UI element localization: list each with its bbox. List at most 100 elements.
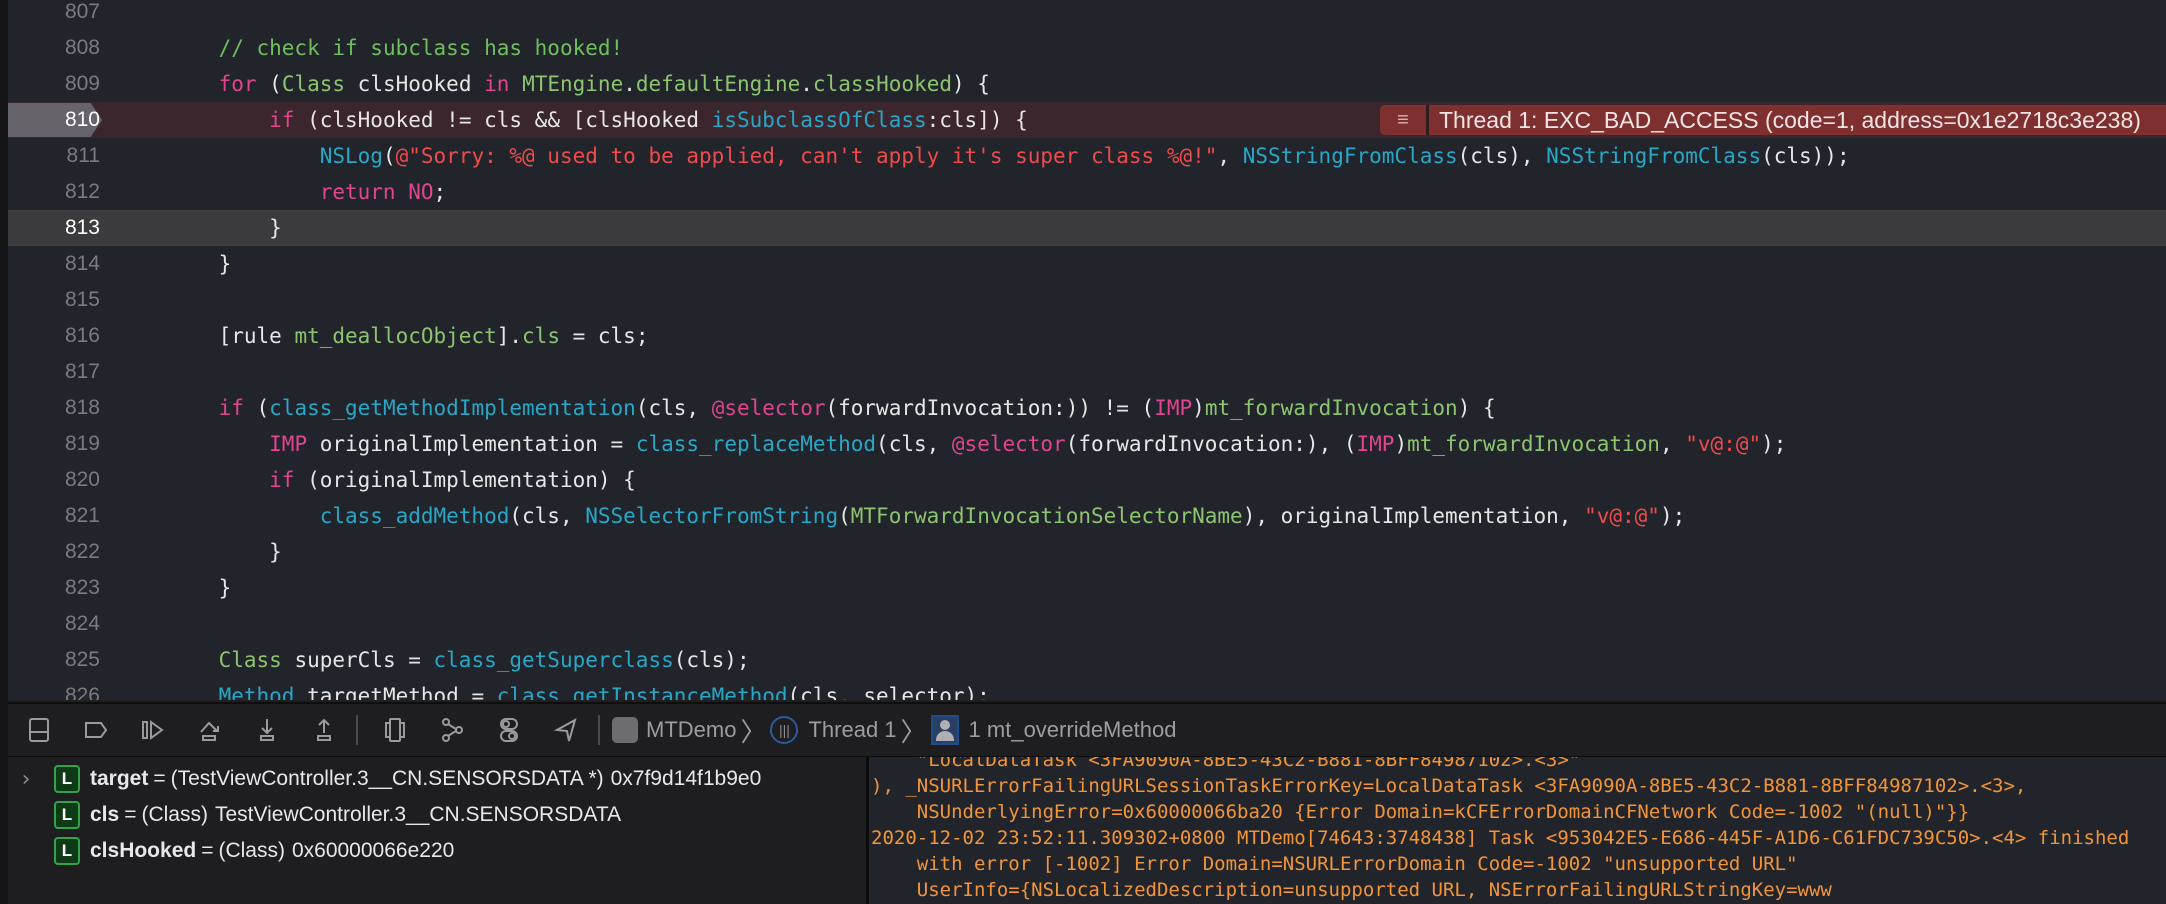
code-token: , bbox=[1217, 144, 1243, 168]
line-number[interactable]: 823 bbox=[8, 570, 100, 606]
code-line[interactable]: 823 } bbox=[8, 570, 2166, 606]
code-text[interactable]: // check if subclass has hooked! bbox=[168, 30, 624, 66]
code-line[interactable]: 817 bbox=[8, 354, 2166, 390]
code-line[interactable]: 819 IMP originalImplementation = class_r… bbox=[8, 426, 2166, 462]
code-line[interactable]: 822 } bbox=[8, 534, 2166, 570]
toolbar-separator bbox=[598, 715, 600, 745]
variable-type: (Class) bbox=[218, 839, 285, 862]
line-number[interactable]: 816 bbox=[8, 318, 100, 354]
line-number[interactable]: 808 bbox=[8, 30, 100, 66]
line-number[interactable]: 826 bbox=[8, 678, 100, 700]
code-token: Class bbox=[218, 648, 282, 672]
line-number[interactable]: 807 bbox=[8, 0, 100, 30]
step-into-icon bbox=[260, 719, 274, 741]
debug-memory-graph-button[interactable] bbox=[426, 710, 478, 750]
line-number[interactable]: 813 bbox=[8, 210, 100, 246]
error-annotation[interactable]: ≡ Thread 1: EXC_BAD_ACCESS (code=1, addre… bbox=[1380, 105, 2166, 135]
code-text[interactable]: Method targetMethod = class_getInstanceM… bbox=[168, 678, 990, 700]
line-number[interactable]: 817 bbox=[8, 354, 100, 390]
simulate-location-button[interactable] bbox=[540, 710, 592, 750]
code-text[interactable]: IMP originalImplementation = class_repla… bbox=[168, 426, 1786, 462]
breadcrumb-thread[interactable]: Thread 1 bbox=[808, 717, 896, 743]
code-line[interactable]: 818 if (class_getMethodImplementation(cl… bbox=[8, 390, 2166, 426]
console-output[interactable]: "LocalDataTask <3FA9090A-8BE5-43C2-B881-… bbox=[869, 757, 2166, 904]
code-token: = cls; bbox=[559, 324, 649, 348]
debug-view-hierarchy-button[interactable] bbox=[369, 710, 421, 750]
line-number[interactable]: 812 bbox=[8, 174, 100, 210]
line-number[interactable]: 819 bbox=[8, 426, 100, 462]
code-token: } bbox=[168, 576, 232, 600]
line-number[interactable]: 810 bbox=[8, 102, 100, 138]
breadcrumb-frame[interactable]: 1 mt_overrideMethod bbox=[969, 717, 1177, 743]
breakpoints-toggle-button[interactable] bbox=[70, 710, 122, 750]
line-number[interactable]: 820 bbox=[8, 462, 100, 498]
code-text[interactable]: Class superCls = class_getSuperclass(cls… bbox=[168, 642, 750, 678]
variable-row[interactable]: › Ltarget = (TestViewController.3__CN.SENSO… bbox=[8, 761, 761, 797]
code-line[interactable]: 815 bbox=[8, 282, 2166, 318]
code-line[interactable]: 808 // check if subclass has hooked! bbox=[8, 30, 2166, 66]
step-out-button[interactable] bbox=[298, 710, 350, 750]
line-number[interactable]: 825 bbox=[8, 642, 100, 678]
code-text[interactable]: if (clsHooked != cls && [clsHooked isSub… bbox=[168, 102, 1028, 138]
code-line[interactable]: 807 bbox=[8, 0, 2166, 30]
code-line[interactable]: 825 Class superCls = class_getSuperclass… bbox=[8, 642, 2166, 678]
code-line[interactable]: 826 Method targetMethod = class_getInsta… bbox=[8, 678, 2166, 700]
variables-view[interactable]: › Ltarget = (TestViewController.3__CN.SENSO… bbox=[8, 757, 866, 904]
code-text[interactable]: return NO; bbox=[168, 174, 446, 210]
step-into-button[interactable] bbox=[241, 710, 293, 750]
line-number[interactable]: 821 bbox=[8, 498, 100, 534]
code-token: . bbox=[623, 72, 636, 96]
thread-icon: ||| bbox=[770, 716, 799, 744]
code-text[interactable]: } bbox=[168, 570, 232, 606]
breakpoint-icon bbox=[85, 722, 108, 738]
code-token: NSLog bbox=[319, 144, 383, 168]
variable-row[interactable]: Lcls = (Class) TestViewController.3__CN.SEN… bbox=[8, 797, 621, 833]
code-line-current[interactable]: 813 } bbox=[8, 210, 2166, 246]
code-token: clsHooked bbox=[345, 72, 485, 96]
code-text[interactable]: } bbox=[168, 534, 282, 570]
line-number[interactable]: 822 bbox=[8, 534, 100, 570]
line-number[interactable]: 809 bbox=[8, 66, 100, 102]
breadcrumb-app[interactable]: MTDemo bbox=[646, 717, 736, 743]
disclosure-triangle-icon[interactable]: › bbox=[8, 767, 44, 792]
code-text[interactable]: if (originalImplementation) { bbox=[168, 462, 636, 498]
variable-row[interactable]: LclsHooked = (Class) 0x60000066e220 bbox=[8, 833, 454, 869]
code-line[interactable]: 820 if (originalImplementation) { bbox=[8, 462, 2166, 498]
code-line[interactable]: 816 [rule mt_deallocObject].cls = cls; bbox=[8, 318, 2166, 354]
list-icon[interactable]: ≡ bbox=[1380, 105, 1426, 135]
code-token: , bbox=[1659, 432, 1686, 456]
code-token: (cls), bbox=[1457, 144, 1547, 168]
source-editor[interactable]: 807 808 // check if subclass has hooked! 8… bbox=[8, 0, 2166, 700]
user-frame-icon bbox=[930, 715, 959, 745]
code-text[interactable]: class_addMethod(cls, NSSelectorFromStrin… bbox=[168, 498, 1686, 534]
code-line[interactable]: 812 return NO; bbox=[8, 174, 2166, 210]
line-number[interactable]: 818 bbox=[8, 390, 100, 426]
code-text[interactable]: } bbox=[168, 246, 232, 282]
line-number[interactable]: 824 bbox=[8, 606, 100, 642]
code-line[interactable]: 811 NSLog(@"Sorry: %@ used to be applied… bbox=[8, 138, 2166, 174]
code-token: classHooked bbox=[812, 72, 952, 96]
hide-debug-area-button[interactable] bbox=[13, 710, 65, 750]
step-over-button[interactable] bbox=[184, 710, 236, 750]
code-text[interactable]: } bbox=[168, 210, 282, 246]
line-number[interactable]: 814 bbox=[8, 246, 100, 282]
continue-button[interactable] bbox=[127, 710, 179, 750]
code-token: class_addMethod bbox=[319, 504, 510, 528]
code-text[interactable]: if (class_getMethodImplementation(cls, @… bbox=[168, 390, 1496, 426]
view-hierarchy-icon bbox=[385, 718, 405, 742]
code-line[interactable]: 809 for (Class clsHooked in MTEngine.def… bbox=[8, 66, 2166, 102]
code-line-error[interactable]: 810 if (clsHooked != cls && [clsHooked i… bbox=[8, 102, 2166, 138]
code-text[interactable]: NSLog(@"Sorry: %@ used to be applied, ca… bbox=[168, 138, 1850, 174]
code-line[interactable]: 824 bbox=[8, 606, 2166, 642]
code-token: (cls)); bbox=[1761, 144, 1850, 168]
code-line[interactable]: 821 class_addMethod(cls, NSSelectorFromS… bbox=[8, 498, 2166, 534]
code-text[interactable]: for (Class clsHooked in MTEngine.default… bbox=[168, 66, 990, 102]
code-token: MTEngine bbox=[522, 72, 624, 96]
code-text[interactable]: [rule mt_deallocObject].cls = cls; bbox=[168, 318, 649, 354]
code-line[interactable]: 814 } bbox=[8, 246, 2166, 282]
environment-overrides-button[interactable] bbox=[483, 710, 535, 750]
line-number[interactable]: 811 bbox=[8, 138, 100, 174]
line-number[interactable]: 815 bbox=[8, 282, 100, 318]
